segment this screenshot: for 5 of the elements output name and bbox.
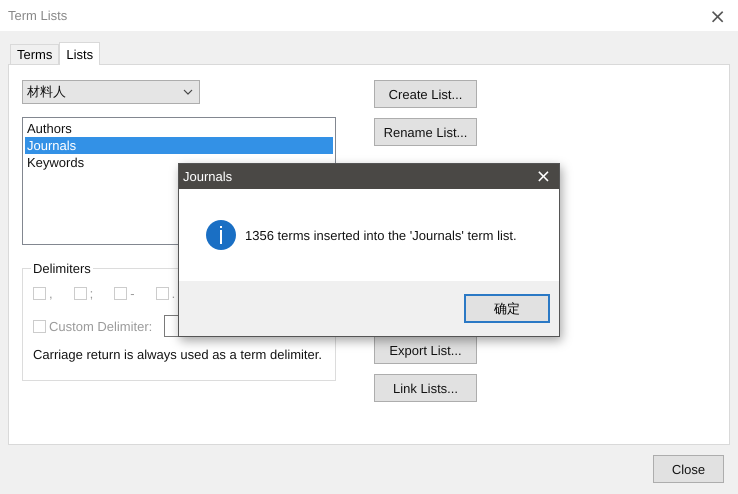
dialog-message: 1356 terms inserted into the 'Journals' term list.: [245, 228, 517, 242]
group-title: Delimiters: [32, 261, 92, 276]
window-title: Term Lists: [8, 8, 68, 23]
note-text: Carriage return is always used as a term delimiter.: [33, 347, 324, 362]
dialog-title: Journals: [183, 169, 232, 184]
